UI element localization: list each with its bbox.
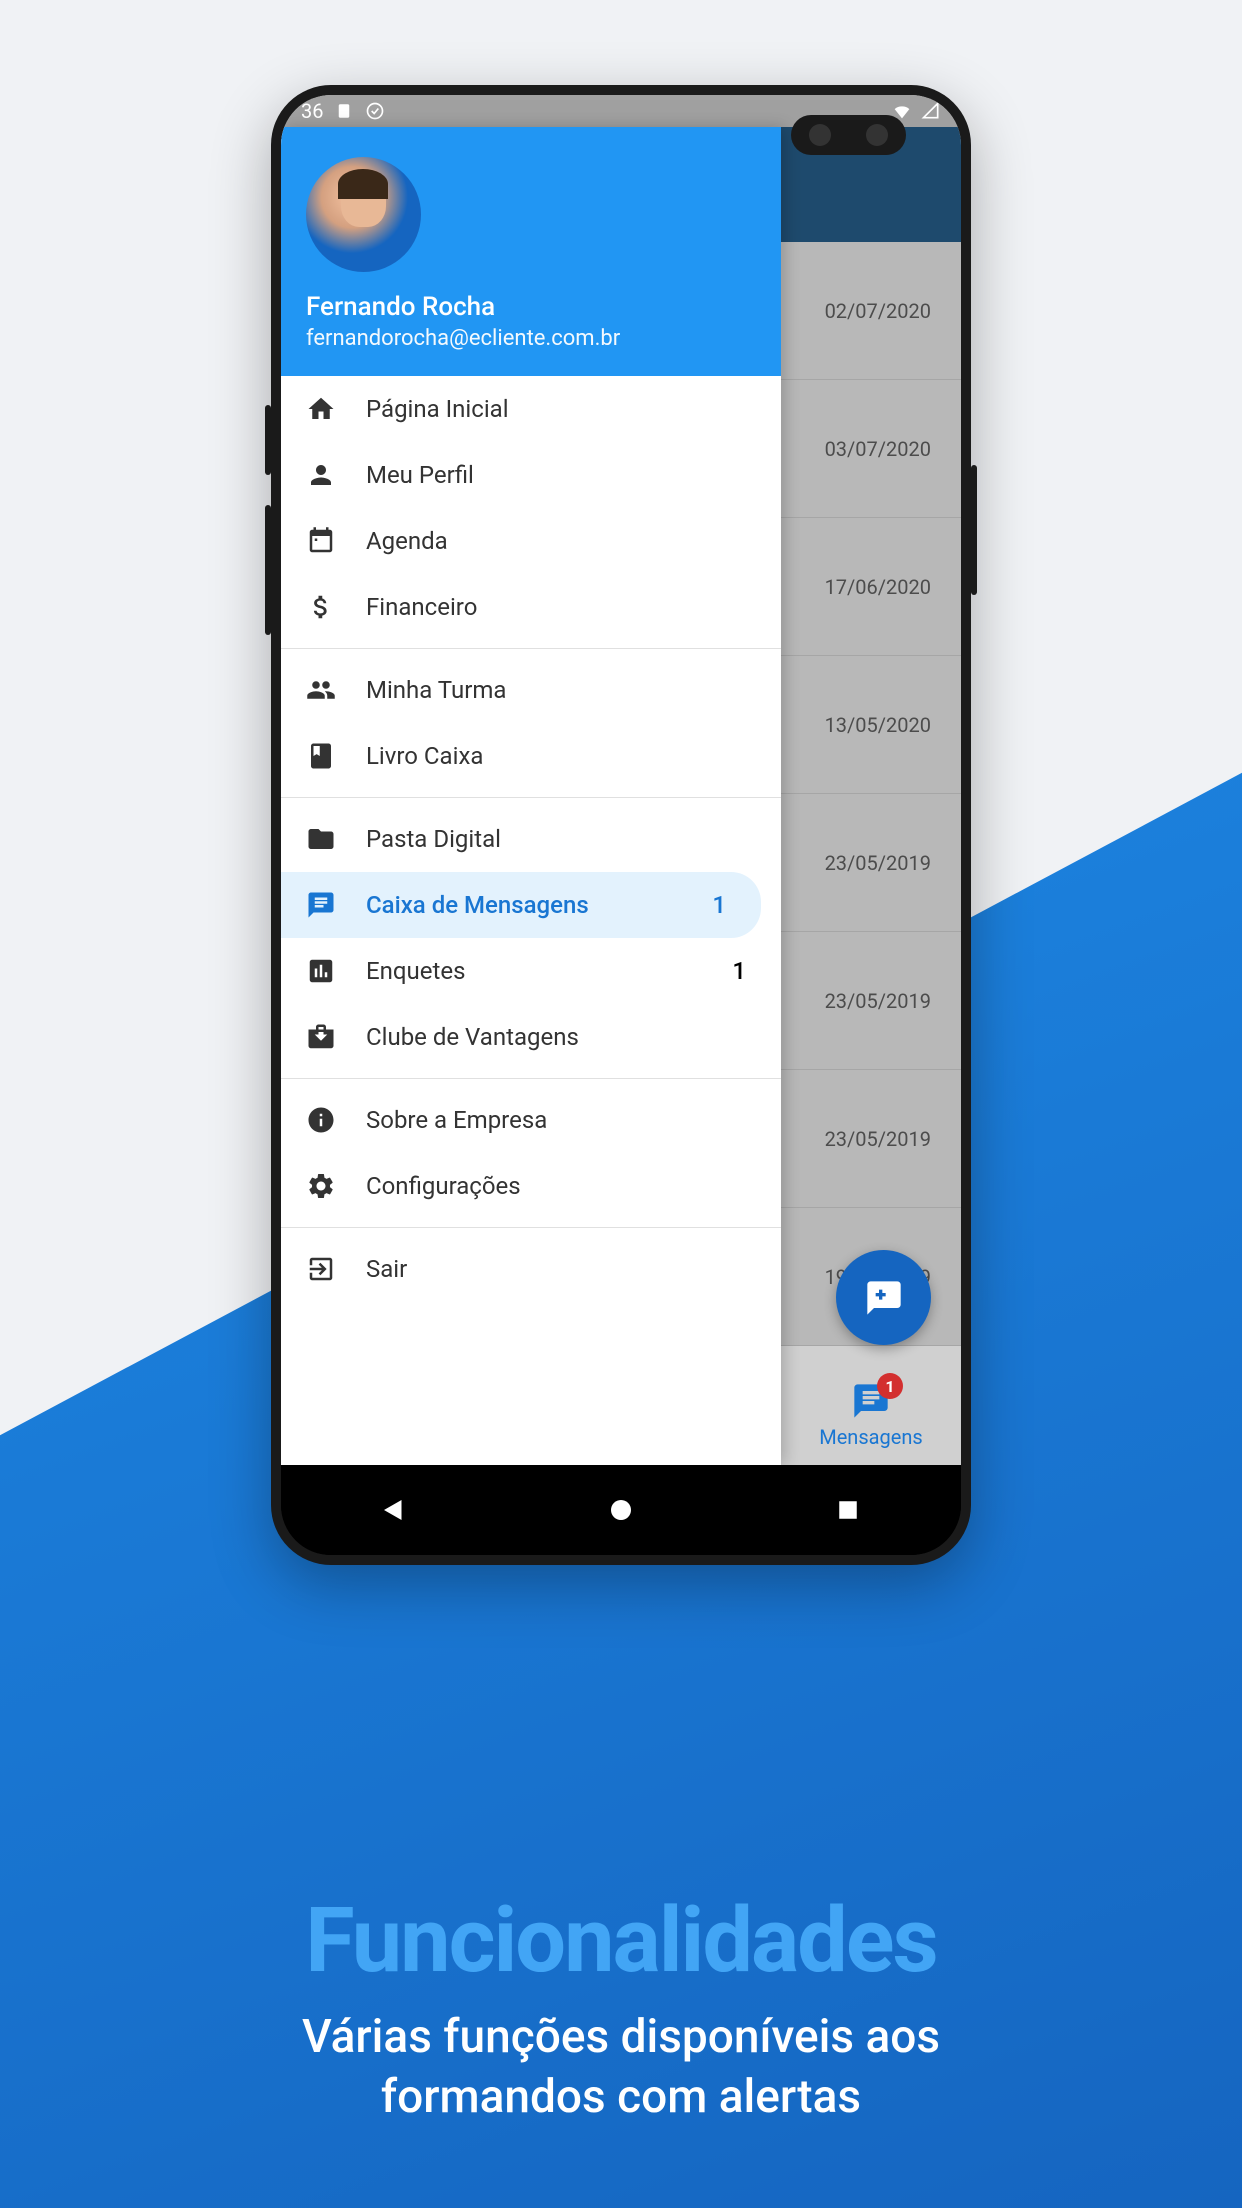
- navigation-drawer: Fernando Rocha fernandorocha@ecliente.co…: [281, 127, 781, 1465]
- menu-badge: 1: [732, 957, 746, 985]
- menu-item-enquetes[interactable]: Enquetes 1: [281, 938, 781, 1004]
- avatar[interactable]: [306, 157, 421, 272]
- menu-item-mensagens[interactable]: Caixa de Mensagens 1: [281, 872, 761, 938]
- chat-icon: [306, 890, 336, 920]
- drawer-header: Fernando Rocha fernandorocha@ecliente.co…: [281, 127, 781, 376]
- menu-item-turma[interactable]: Minha Turma: [281, 657, 781, 723]
- message-date: 23/05/2019: [825, 851, 931, 875]
- volume-button: [265, 505, 271, 635]
- message-row[interactable]: 02/07/2020: [781, 242, 961, 380]
- menu-item-sair[interactable]: Sair: [281, 1236, 781, 1302]
- back-button[interactable]: [379, 1495, 409, 1525]
- marketing-subtitle-1: Várias funções disponíveis aos: [0, 2008, 1242, 2068]
- tab-label: Mensagens: [819, 1425, 923, 1449]
- menu-item-agenda[interactable]: Agenda: [281, 508, 781, 574]
- menu-label: Enquetes: [366, 957, 702, 985]
- menu-item-pasta[interactable]: Pasta Digital: [281, 806, 781, 872]
- message-date: 17/06/2020: [825, 575, 931, 599]
- menu-item-profile[interactable]: Meu Perfil: [281, 442, 781, 508]
- message-date: 13/05/2020: [825, 713, 931, 737]
- message-row[interactable]: 17/06/2020: [781, 518, 961, 656]
- menu-label: Agenda: [366, 527, 756, 555]
- menu-label: Sair: [366, 1255, 756, 1283]
- calendar-icon: [306, 526, 336, 556]
- message-row[interactable]: 23/05/2019: [781, 1070, 961, 1208]
- person-icon: [306, 460, 336, 490]
- menu-item-financeiro[interactable]: Financeiro: [281, 574, 781, 640]
- menu-label: Meu Perfil: [366, 461, 756, 489]
- info-icon: [306, 1105, 336, 1135]
- phone-notch: [791, 115, 906, 155]
- marketing-subtitle-2: formandos com alertas: [0, 2068, 1242, 2128]
- message-row[interactable]: 13/05/2020: [781, 656, 961, 794]
- message-date: 23/05/2019: [825, 989, 931, 1013]
- book-icon: [306, 741, 336, 771]
- message-date: 02/07/2020: [825, 299, 931, 323]
- message-list: 02/07/2020 03/07/2020 17/06/2020 13/05/2…: [781, 242, 961, 1346]
- menu-item-sobre[interactable]: Sobre a Empresa: [281, 1087, 781, 1153]
- main-content: 02/07/2020 03/07/2020 17/06/2020 13/05/2…: [781, 127, 961, 1465]
- divider: [281, 1227, 781, 1228]
- menu-label: Financeiro: [366, 593, 756, 621]
- compose-icon: [864, 1278, 904, 1318]
- tab-mensagens[interactable]: 1 Mensagens: [781, 1365, 961, 1465]
- menu-label: Configurações: [366, 1172, 756, 1200]
- menu-item-livro[interactable]: Livro Caixa: [281, 723, 781, 789]
- message-date: 03/07/2020: [825, 437, 931, 461]
- compose-fab[interactable]: [836, 1250, 931, 1345]
- divider: [281, 648, 781, 649]
- menu-badge: 1: [712, 891, 726, 919]
- user-name: Fernando Rocha: [306, 292, 756, 322]
- menu-item-clube[interactable]: Clube de Vantagens: [281, 1004, 781, 1070]
- message-row[interactable]: 23/05/2019: [781, 794, 961, 932]
- exit-icon: [306, 1254, 336, 1284]
- marketing-text: Funcionalidades Várias funções disponíve…: [0, 1888, 1242, 2128]
- menu-item-home[interactable]: Página Inicial: [281, 376, 781, 442]
- volume-button: [265, 405, 271, 475]
- status-time: 36: [301, 99, 323, 123]
- message-row[interactable]: 03/07/2020: [781, 380, 961, 518]
- tab-badge: 1: [877, 1373, 903, 1399]
- signal-icon: [921, 101, 941, 121]
- dollar-icon: [306, 592, 336, 622]
- marketing-title: Funcionalidades: [0, 1888, 1242, 1993]
- menu-label: Página Inicial: [366, 395, 756, 423]
- divider: [281, 1078, 781, 1079]
- sim-icon: [335, 102, 353, 120]
- shop-icon: [306, 1022, 336, 1052]
- menu-label: Caixa de Mensagens: [366, 891, 682, 919]
- menu-label: Minha Turma: [366, 676, 756, 704]
- phone-frame: 36 Fernando Rocha fernandorocha@ecliente…: [271, 85, 971, 1565]
- drawer-menu: Página Inicial Meu Perfil Agenda Fi: [281, 376, 781, 1465]
- message-row[interactable]: 23/05/2019: [781, 932, 961, 1070]
- menu-item-config[interactable]: Configurações: [281, 1153, 781, 1219]
- poll-icon: [306, 956, 336, 986]
- home-icon: [306, 394, 336, 424]
- divider: [281, 797, 781, 798]
- folder-icon: [306, 824, 336, 854]
- menu-label: Sobre a Empresa: [366, 1106, 756, 1134]
- settings-icon: [306, 1171, 336, 1201]
- menu-label: Pasta Digital: [366, 825, 756, 853]
- group-icon: [306, 675, 336, 705]
- sync-icon: [365, 101, 385, 121]
- home-button[interactable]: [606, 1495, 636, 1525]
- user-email: fernandorocha@ecliente.com.br: [306, 326, 756, 351]
- menu-label: Clube de Vantagens: [366, 1023, 756, 1051]
- recents-button[interactable]: [833, 1495, 863, 1525]
- menu-label: Livro Caixa: [366, 742, 756, 770]
- android-nav-bar: [281, 1465, 961, 1555]
- message-date: 23/05/2019: [825, 1127, 931, 1151]
- power-button: [971, 465, 977, 595]
